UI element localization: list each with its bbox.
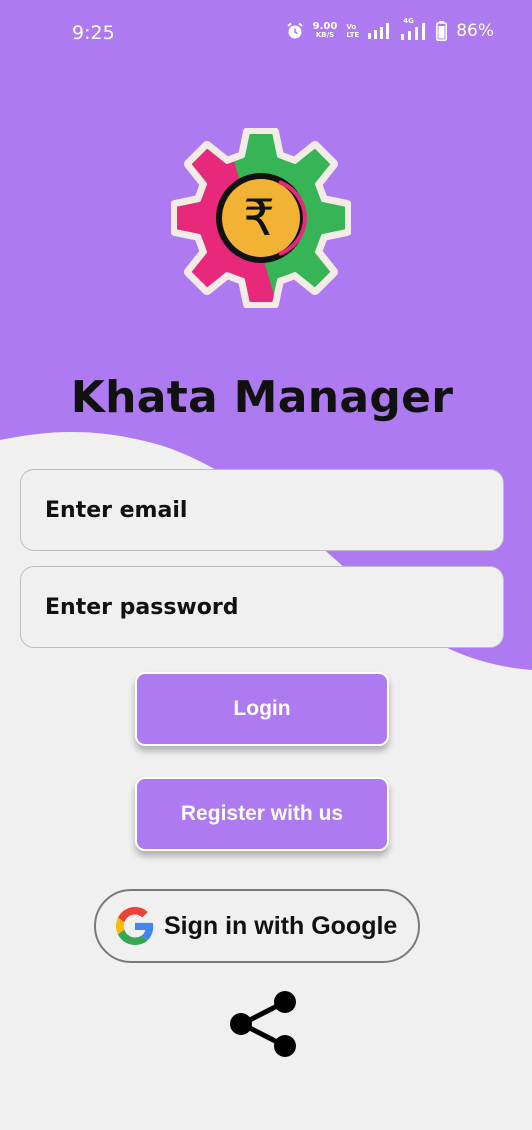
email-field-container[interactable]	[20, 469, 504, 551]
status-icons: 9.00 KB/S Vo LTE 4G 86%	[286, 17, 494, 41]
volte-bottom: LTE	[346, 31, 360, 39]
rupee-gear-logo: ₹	[171, 128, 351, 308]
network-speed-unit: KB/S	[315, 31, 335, 39]
status-time: 9:25	[72, 22, 115, 44]
email-field[interactable]	[45, 497, 503, 523]
network-4g-signal: 4G	[399, 17, 427, 40]
google-sign-in-button[interactable]: Sign in with Google	[94, 889, 420, 963]
network-speed-value: 9.00	[312, 21, 338, 32]
battery-icon	[436, 21, 448, 41]
volte-indicator: Vo LTE	[346, 23, 359, 39]
password-field[interactable]	[45, 594, 503, 620]
battery-percent: 86%	[456, 21, 494, 41]
register-button[interactable]: Register with us	[135, 777, 389, 851]
register-button-label: Register with us	[180, 802, 344, 825]
google-sign-in-label: Sign in with Google	[164, 911, 398, 940]
alarm-icon	[287, 22, 303, 39]
password-field-container[interactable]	[20, 566, 504, 648]
status-bar: 9:25 9.00 KB/S Vo LTE 4G 86%	[0, 0, 532, 66]
volte-top: Vo	[346, 23, 357, 31]
share-icon[interactable]	[228, 990, 298, 1060]
network-type-label: 4G	[403, 17, 414, 25]
login-button[interactable]: Login	[135, 672, 389, 746]
login-button-label: Login	[233, 697, 291, 720]
network-speed: 9.00 KB/S	[313, 22, 338, 40]
signal-icon	[368, 23, 390, 39]
app-title: Khata Manager	[70, 372, 454, 423]
rupee-symbol: ₹	[243, 189, 275, 247]
google-g-icon	[116, 907, 154, 945]
